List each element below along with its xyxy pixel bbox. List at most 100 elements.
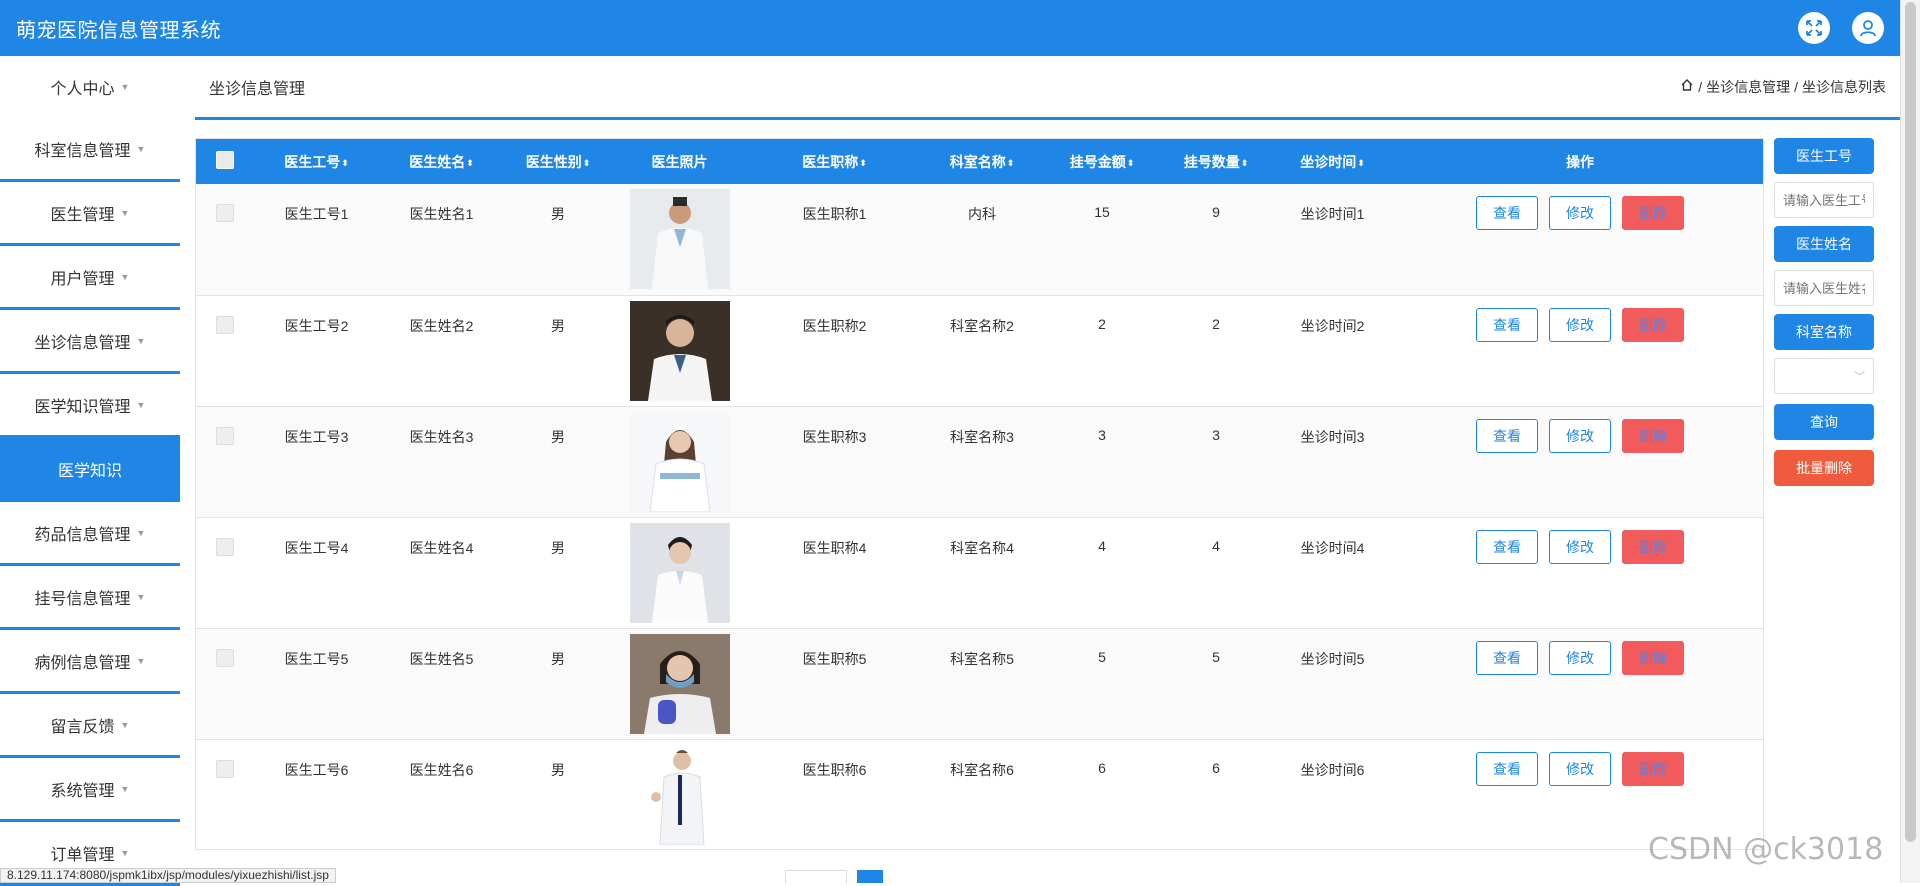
- col-header-doctor-title[interactable]: 医生职称⬍: [747, 139, 922, 184]
- fullscreen-icon[interactable]: [1798, 12, 1830, 44]
- delete-button[interactable]: 删除: [1622, 640, 1684, 675]
- cell-doctor-name: 医生姓名4: [409, 539, 474, 556]
- table-row: 医生工号2 医生姓名2 男 医生职称2 科室名称2 2 2 坐诊时间2 查看 修…: [196, 295, 1763, 406]
- sidebar-item-label: 科室信息管理: [34, 142, 131, 160]
- breadcrumb-item-current: 坐诊信息列表: [1802, 78, 1886, 95]
- sidebar-item-medical-knowledge[interactable]: 医学知识: [0, 438, 180, 502]
- cell-doctor-id: 医生工号1: [284, 206, 349, 222]
- sidebar-item-user-mgmt[interactable]: 用户管理 ▼: [0, 246, 180, 310]
- sidebar-item-doctor-mgmt[interactable]: 医生管理 ▼: [0, 182, 180, 246]
- table-row: 医生工号4 医生姓名4 男 医生职称4 科室名称4 4 4 坐诊时间4 查看 修…: [196, 517, 1763, 628]
- caret-down-icon: ▼: [136, 591, 146, 602]
- caret-down-icon: ▼: [136, 399, 146, 410]
- search-panel: 医生工号 医生姓名 科室名称 ﹀ 查询 批量删除: [1774, 138, 1874, 486]
- doctor-id-search-input[interactable]: [1774, 182, 1874, 218]
- batch-delete-button[interactable]: 批量删除: [1774, 450, 1874, 486]
- sidebar-item-label: 病例信息管理: [34, 654, 131, 672]
- edit-button[interactable]: 修改: [1549, 307, 1611, 342]
- col-header-time[interactable]: 坐诊时间⬍: [1270, 139, 1395, 184]
- scrollbar-thumb[interactable]: [1905, 2, 1916, 842]
- edit-button[interactable]: 修改: [1549, 418, 1611, 453]
- sidebar-item-medical-knowledge-mgmt[interactable]: 医学知识管理 ▼: [0, 374, 180, 438]
- col-header-fee[interactable]: 挂号金额⬍: [1042, 139, 1162, 184]
- doctor-photo: [629, 522, 730, 623]
- cell-dept: 科室名称4: [950, 539, 1014, 556]
- row-checkbox[interactable]: [216, 426, 234, 445]
- view-button[interactable]: 查看: [1476, 529, 1538, 564]
- row-checkbox[interactable]: [216, 648, 234, 667]
- row-checkbox[interactable]: [216, 537, 234, 556]
- app-title: 萌宠医院信息管理系统: [16, 19, 221, 42]
- edit-button[interactable]: 修改: [1549, 751, 1611, 786]
- sort-icon: ⬍: [1240, 157, 1249, 168]
- cell-gender: 男: [551, 539, 565, 556]
- cell-doctor-title: 医生职称2: [802, 317, 867, 334]
- doctor-name-search-input[interactable]: [1774, 270, 1874, 306]
- cell-doctor-title: 医生职称1: [802, 206, 867, 222]
- sidebar-item-label: 订单管理: [50, 846, 115, 864]
- view-button[interactable]: 查看: [1476, 307, 1538, 342]
- sidebar-item-system-mgmt[interactable]: 系统管理 ▼: [0, 758, 180, 822]
- page-size-select[interactable]: [785, 870, 847, 883]
- cell-doctor-title: 医生职称6: [802, 761, 867, 778]
- sidebar-item-personal-center[interactable]: 个人中心 ▼: [0, 56, 180, 118]
- row-checkbox[interactable]: [216, 204, 234, 222]
- cell-count: 2: [1212, 315, 1220, 332]
- sidebar-item-registration-info[interactable]: 挂号信息管理 ▼: [0, 566, 180, 630]
- row-checkbox[interactable]: [216, 759, 234, 778]
- col-header-doctor-gender[interactable]: 医生性别⬍: [504, 139, 612, 184]
- delete-button[interactable]: 删除: [1622, 307, 1684, 342]
- edit-button[interactable]: 修改: [1549, 529, 1611, 564]
- query-button[interactable]: 查询: [1774, 404, 1874, 440]
- col-header-doctor-name[interactable]: 医生姓名⬍: [379, 139, 504, 184]
- col-header-count[interactable]: 挂号数量⬍: [1162, 139, 1270, 184]
- delete-button[interactable]: 删除: [1622, 196, 1684, 230]
- dept-name-label: 科室名称: [1774, 314, 1874, 350]
- view-button[interactable]: 查看: [1476, 196, 1538, 230]
- delete-button[interactable]: 删除: [1622, 529, 1684, 564]
- current-page-button[interactable]: [857, 870, 883, 883]
- cell-count: 5: [1212, 648, 1220, 665]
- col-header-dept-name[interactable]: 科室名称⬍: [922, 139, 1042, 184]
- breadcrumb-item[interactable]: 坐诊信息管理: [1706, 77, 1790, 97]
- view-button[interactable]: 查看: [1476, 418, 1538, 453]
- cell-time: 坐诊时间4: [1300, 539, 1365, 556]
- edit-button[interactable]: 修改: [1549, 196, 1611, 230]
- sidebar-item-drug-info[interactable]: 药品信息管理 ▼: [0, 502, 180, 566]
- cell-fee: 2: [1098, 315, 1106, 332]
- sidebar-item-label: 系统管理: [50, 782, 115, 800]
- caret-down-icon: ▼: [120, 271, 130, 282]
- sidebar-item-case-info[interactable]: 病例信息管理 ▼: [0, 630, 180, 694]
- cell-time: 坐诊时间6: [1300, 761, 1365, 778]
- home-icon[interactable]: [1680, 78, 1694, 95]
- col-header-doctor-id[interactable]: 医生工号⬍: [254, 139, 379, 184]
- delete-button[interactable]: 删除: [1622, 751, 1684, 786]
- cell-dept: 科室名称5: [950, 650, 1014, 667]
- row-checkbox[interactable]: [216, 315, 234, 334]
- cell-doctor-title: 医生职称5: [802, 650, 867, 667]
- cell-dept: 科室名称3: [950, 428, 1014, 445]
- sidebar-item-label: 个人中心: [50, 81, 115, 98]
- doctor-photo: [629, 411, 730, 512]
- view-button[interactable]: 查看: [1476, 751, 1538, 786]
- dept-name-select[interactable]: ﹀: [1774, 358, 1874, 394]
- cell-dept: 内科: [968, 206, 996, 222]
- sidebar-item-feedback[interactable]: 留言反馈 ▼: [0, 694, 180, 758]
- view-button[interactable]: 查看: [1476, 640, 1538, 675]
- user-icon[interactable]: [1852, 12, 1884, 44]
- caret-down-icon: ▼: [136, 335, 146, 346]
- cell-doctor-id: 医生工号5: [284, 650, 349, 667]
- cell-dept: 科室名称6: [950, 761, 1014, 778]
- breadcrumb-separator: /: [1698, 78, 1703, 95]
- cell-count: 3: [1212, 426, 1220, 443]
- delete-button[interactable]: 删除: [1622, 418, 1684, 453]
- sidebar-item-clinic-info[interactable]: 坐诊信息管理 ▼: [0, 310, 180, 374]
- edit-button[interactable]: 修改: [1549, 640, 1611, 675]
- sidebar-item-label: 挂号信息管理: [34, 590, 131, 608]
- select-all-checkbox[interactable]: [216, 151, 234, 169]
- sidebar-item-dept-info[interactable]: 科室信息管理 ▼: [0, 118, 180, 182]
- page-scrollbar[interactable]: [1900, 0, 1920, 883]
- cell-time: 坐诊时间5: [1300, 650, 1365, 667]
- cell-doctor-name: 医生姓名5: [409, 650, 474, 667]
- caret-down-icon: ▼: [136, 527, 146, 538]
